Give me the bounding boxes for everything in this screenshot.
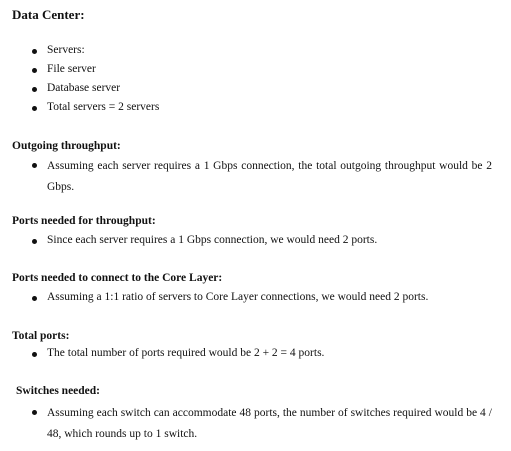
outgoing-throughput-heading: Outgoing throughput: [12,140,121,152]
total-ports-list: The total number of ports required would… [32,347,324,359]
list-item: Assuming each switch can accommodate 48 … [32,403,492,445]
bullet-icon [32,87,37,92]
list-item-text: Assuming each server requires a 1 Gbps c… [47,160,492,193]
list-item: Assuming each server requires a 1 Gbps c… [32,156,492,198]
list-item-text: Assuming each switch can accommodate 48 … [47,407,492,440]
bullet-icon [32,410,37,415]
list-item: Assuming a 1:1 ratio of servers to Core … [32,291,428,303]
ports-throughput-heading: Ports needed for throughput: [12,215,156,227]
bullet-icon [32,106,37,111]
total-ports-heading: Total ports: [12,330,70,342]
outgoing-throughput-list: Assuming each server requires a 1 Gbps c… [32,156,492,198]
bullet-icon [32,352,37,357]
bullet-icon [32,49,37,54]
bullet-icon [32,239,37,244]
document-page: Data Center: Servers: File server Databa… [0,0,511,451]
list-item: Database server [32,82,159,101]
list-item-text: Assuming a 1:1 ratio of servers to Core … [47,291,429,303]
switches-needed-list: Assuming each switch can accommodate 48 … [32,403,492,445]
bullet-icon [32,163,37,168]
list-item: Servers: [32,44,159,63]
ports-core-heading: Ports needed to connect to the Core Laye… [12,272,223,284]
bullet-icon [32,296,37,301]
list-item: The total number of ports required would… [32,347,324,359]
list-item-text: File server [47,63,96,75]
list-item: Total servers = 2 servers [32,101,159,120]
data-center-heading: Data Center: [12,7,85,22]
list-item-text: Servers: [47,44,85,56]
bullet-icon [32,68,37,73]
data-center-list: Servers: File server Database server Tot… [32,44,159,120]
ports-core-list: Assuming a 1:1 ratio of servers to Core … [32,291,428,303]
list-item-text: Total servers = 2 servers [47,101,160,113]
list-item-text: The total number of ports required would… [47,347,325,359]
list-item: Since each server requires a 1 Gbps conn… [32,234,377,246]
switches-needed-heading: Switches needed: [16,385,101,397]
list-item-text: Since each server requires a 1 Gbps conn… [47,234,378,246]
ports-throughput-list: Since each server requires a 1 Gbps conn… [32,234,377,246]
list-item-text: Database server [47,82,121,94]
list-item: File server [32,63,159,82]
